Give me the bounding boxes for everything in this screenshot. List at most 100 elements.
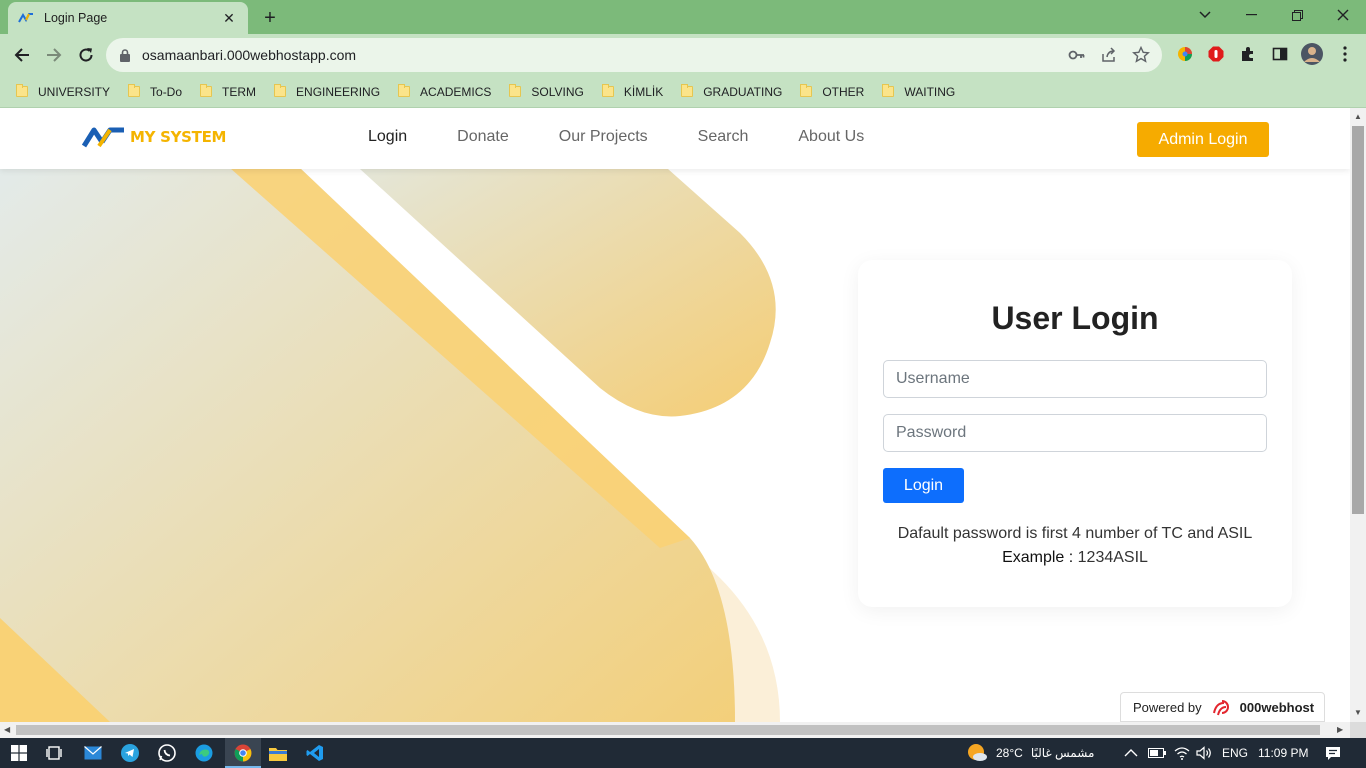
extensions-puzzle-icon[interactable] [1237, 43, 1259, 65]
minimize-button[interactable] [1228, 0, 1274, 30]
chrome-menu-icon[interactable] [1334, 43, 1356, 65]
google-drive-extension-icon[interactable] [1174, 43, 1196, 65]
nav-about-us[interactable]: About Us [798, 128, 864, 146]
volume-icon[interactable] [1196, 738, 1212, 768]
bookmark-label: ACADEMICS [420, 84, 492, 99]
weather-sun-icon [968, 744, 987, 761]
weather-widget[interactable]: 28°C مشمس غالبًا [966, 738, 1094, 768]
bookmark-label: KİMLİK [623, 84, 664, 99]
bookmark-folder[interactable]: SOLVING [509, 84, 584, 99]
logo-text: MY SYSTEM [130, 128, 227, 146]
restore-button[interactable] [1274, 0, 1320, 30]
site-logo[interactable]: MY SYSTEM [82, 126, 226, 148]
profile-avatar[interactable] [1301, 43, 1323, 65]
tab-title: Login Page [44, 11, 108, 25]
side-panel-icon[interactable] [1269, 43, 1291, 65]
reload-button[interactable] [73, 42, 99, 68]
horizontal-scrollbar[interactable]: ◀ ▶ [0, 722, 1350, 738]
bookmark-folder[interactable]: WAITING [882, 84, 955, 99]
folder-icon [601, 84, 614, 97]
share-icon[interactable] [1100, 46, 1118, 64]
bookmark-folder[interactable]: OTHER [800, 84, 864, 99]
tab-search-icon[interactable] [1182, 0, 1228, 30]
file-explorer-icon[interactable] [267, 742, 289, 764]
key-icon[interactable] [1068, 46, 1086, 64]
tab-close-icon[interactable]: ✕ [220, 9, 238, 27]
forward-button[interactable] [41, 42, 67, 68]
lock-icon [120, 48, 130, 62]
back-button[interactable] [9, 42, 35, 68]
bookmark-label: To-Do [150, 84, 183, 99]
url-text: osamaanbari.000webhostapp.com [142, 47, 357, 63]
page-viewport: MY SYSTEM Login Donate Our Projects Sear… [0, 108, 1350, 722]
edge-browser-icon[interactable] [193, 742, 215, 764]
folder-icon [882, 84, 895, 97]
language-indicator[interactable]: ENG [1222, 738, 1248, 768]
nav-our-projects[interactable]: Our Projects [559, 128, 648, 146]
bookmark-label: TERM [222, 84, 257, 99]
adblock-extension-icon[interactable] [1205, 43, 1227, 65]
windows-taskbar: 28°C مشمس غالبًا ENG 11:09 PM [0, 738, 1366, 768]
address-bar[interactable]: osamaanbari.000webhostapp.com [106, 38, 1162, 72]
vertical-scroll-thumb[interactable] [1352, 126, 1364, 514]
main-nav: Login Donate Our Projects Search About U… [368, 128, 914, 146]
folder-icon [800, 84, 813, 97]
bookmark-folder[interactable]: ENGINEERING [274, 84, 380, 99]
nav-search[interactable]: Search [698, 128, 749, 146]
scroll-up-icon[interactable]: ▲ [1354, 112, 1362, 121]
folder-icon [681, 84, 694, 97]
password-example: Example : 1234ASIL [858, 546, 1292, 570]
nav-login[interactable]: Login [368, 128, 407, 146]
scroll-right-icon[interactable]: ▶ [1337, 725, 1343, 734]
mail-app-icon[interactable] [82, 742, 104, 764]
nav-donate[interactable]: Donate [457, 128, 509, 146]
webhost-logo-icon [1212, 700, 1229, 716]
login-card: User Login Login Dafault password is fir… [858, 260, 1292, 607]
bookmark-folder[interactable]: ACADEMICS [398, 84, 492, 99]
chrome-icon[interactable] [232, 742, 254, 764]
example-label: Example : [1002, 549, 1074, 566]
windows-start-icon[interactable] [8, 742, 30, 764]
bookmark-label: SOLVING [531, 84, 584, 99]
folder-icon [200, 84, 213, 97]
vertical-scrollbar[interactable]: ▲ ▼ [1350, 108, 1366, 722]
bookmark-folder[interactable]: To-Do [128, 84, 183, 99]
admin-login-button[interactable]: Admin Login [1137, 122, 1269, 157]
login-button[interactable]: Login [883, 468, 964, 503]
browser-tabstrip: Login Page ✕ + [0, 0, 1366, 34]
battery-icon[interactable] [1148, 738, 1166, 768]
browser-toolbar: osamaanbari.000webhostapp.com [0, 34, 1366, 76]
bookmark-label: GRADUATING [703, 84, 783, 99]
weather-temperature: 28°C [996, 746, 1023, 760]
close-window-button[interactable] [1320, 0, 1366, 30]
folder-icon [128, 84, 141, 97]
new-tab-button[interactable]: + [258, 6, 282, 30]
folder-icon [398, 84, 411, 97]
bookmark-folder[interactable]: TERM [200, 84, 257, 99]
wifi-icon[interactable] [1174, 738, 1190, 768]
bookmark-folder[interactable]: UNIVERSITY [16, 84, 111, 99]
bookmark-folder[interactable]: GRADUATING [681, 84, 783, 99]
password-input[interactable] [883, 414, 1267, 452]
password-hint: Dafault password is first 4 number of TC… [858, 522, 1292, 570]
horizontal-scroll-thumb[interactable] [16, 725, 1320, 735]
show-hidden-icons[interactable] [1124, 738, 1138, 768]
browser-tab[interactable]: Login Page ✕ [8, 2, 248, 34]
telegram-icon[interactable] [119, 742, 141, 764]
powered-by-badge[interactable]: Powered by 000webhost [1120, 692, 1325, 722]
whatsapp-icon[interactable] [156, 742, 178, 764]
scroll-left-icon[interactable]: ◀ [4, 725, 10, 734]
notification-center-icon[interactable] [1325, 738, 1341, 768]
scroll-down-icon[interactable]: ▼ [1354, 708, 1362, 717]
powered-by-brand: 000webhost [1239, 699, 1315, 715]
bookmark-label: UNIVERSITY [38, 84, 111, 99]
bookmark-folder[interactable]: KİMLİK [601, 84, 664, 99]
example-value: 1234ASIL [1077, 549, 1148, 566]
folder-icon [509, 84, 522, 97]
bookmark-star-icon[interactable] [1132, 46, 1150, 64]
task-view-icon[interactable] [44, 742, 66, 764]
vscode-icon[interactable] [304, 742, 326, 764]
username-input[interactable] [883, 360, 1267, 398]
clock[interactable]: 11:09 PM [1258, 738, 1308, 768]
powered-by-label: Powered by [1133, 699, 1202, 715]
